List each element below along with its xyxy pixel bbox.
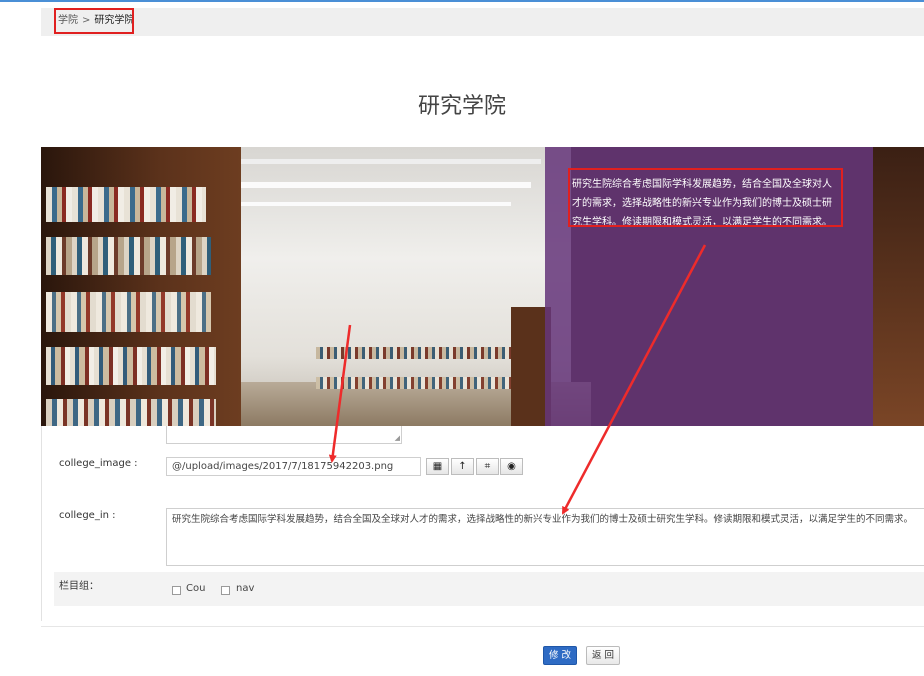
- college-in-textarea[interactable]: 研究生院综合考虑国际学科发展趋势，结合全国及全球对人才的需求，选择战略性的新兴专…: [166, 508, 924, 566]
- ceiling-light: [231, 202, 511, 206]
- checkbox-nav-label[interactable]: nav: [236, 583, 254, 594]
- book-row: [46, 399, 216, 426]
- college-image-label: college_image :: [59, 458, 138, 469]
- column-group-row: [54, 572, 924, 606]
- column-group-label: 栏目组：: [59, 581, 99, 592]
- breadcrumb-highlight-box: [54, 8, 134, 34]
- checkbox-cou-label[interactable]: Cou: [186, 583, 205, 594]
- upload-arrow-icon[interactable]: ↑: [451, 458, 474, 475]
- book-row: [46, 237, 211, 275]
- resize-handle-icon[interactable]: ◢: [395, 435, 400, 442]
- form-divider: [41, 626, 924, 627]
- eye-icon[interactable]: ◉: [500, 458, 523, 475]
- checkbox-nav[interactable]: [221, 586, 230, 595]
- previous-textarea[interactable]: ◢: [166, 426, 402, 444]
- hero-banner: 研究生院综合考虑国际学科发展趋势，结合全国及全球对人才的需求，选择战略性的新兴专…: [41, 147, 924, 426]
- page-title: 研究学院: [417, 94, 506, 119]
- college-in-label: college_in :: [59, 510, 116, 521]
- breadcrumb-bar: [41, 8, 924, 36]
- ceiling-light: [191, 182, 531, 188]
- grid-icon[interactable]: ▦: [426, 458, 449, 475]
- checkbox-cou[interactable]: [172, 586, 181, 595]
- book-row: [46, 187, 206, 222]
- save-button[interactable]: 修 改: [543, 646, 577, 665]
- top-accent-line: [0, 0, 924, 2]
- hero-right-edge: [873, 147, 924, 426]
- back-button[interactable]: 返 回: [586, 646, 620, 665]
- book-row: [46, 292, 211, 332]
- hero-text-highlight-box: [568, 168, 843, 227]
- college-image-input[interactable]: @/upload/images/2017/7/18175942203.png: [166, 457, 421, 476]
- crop-icon[interactable]: ⌗: [476, 458, 499, 475]
- form-left-border: [41, 426, 42, 621]
- book-row: [46, 347, 216, 385]
